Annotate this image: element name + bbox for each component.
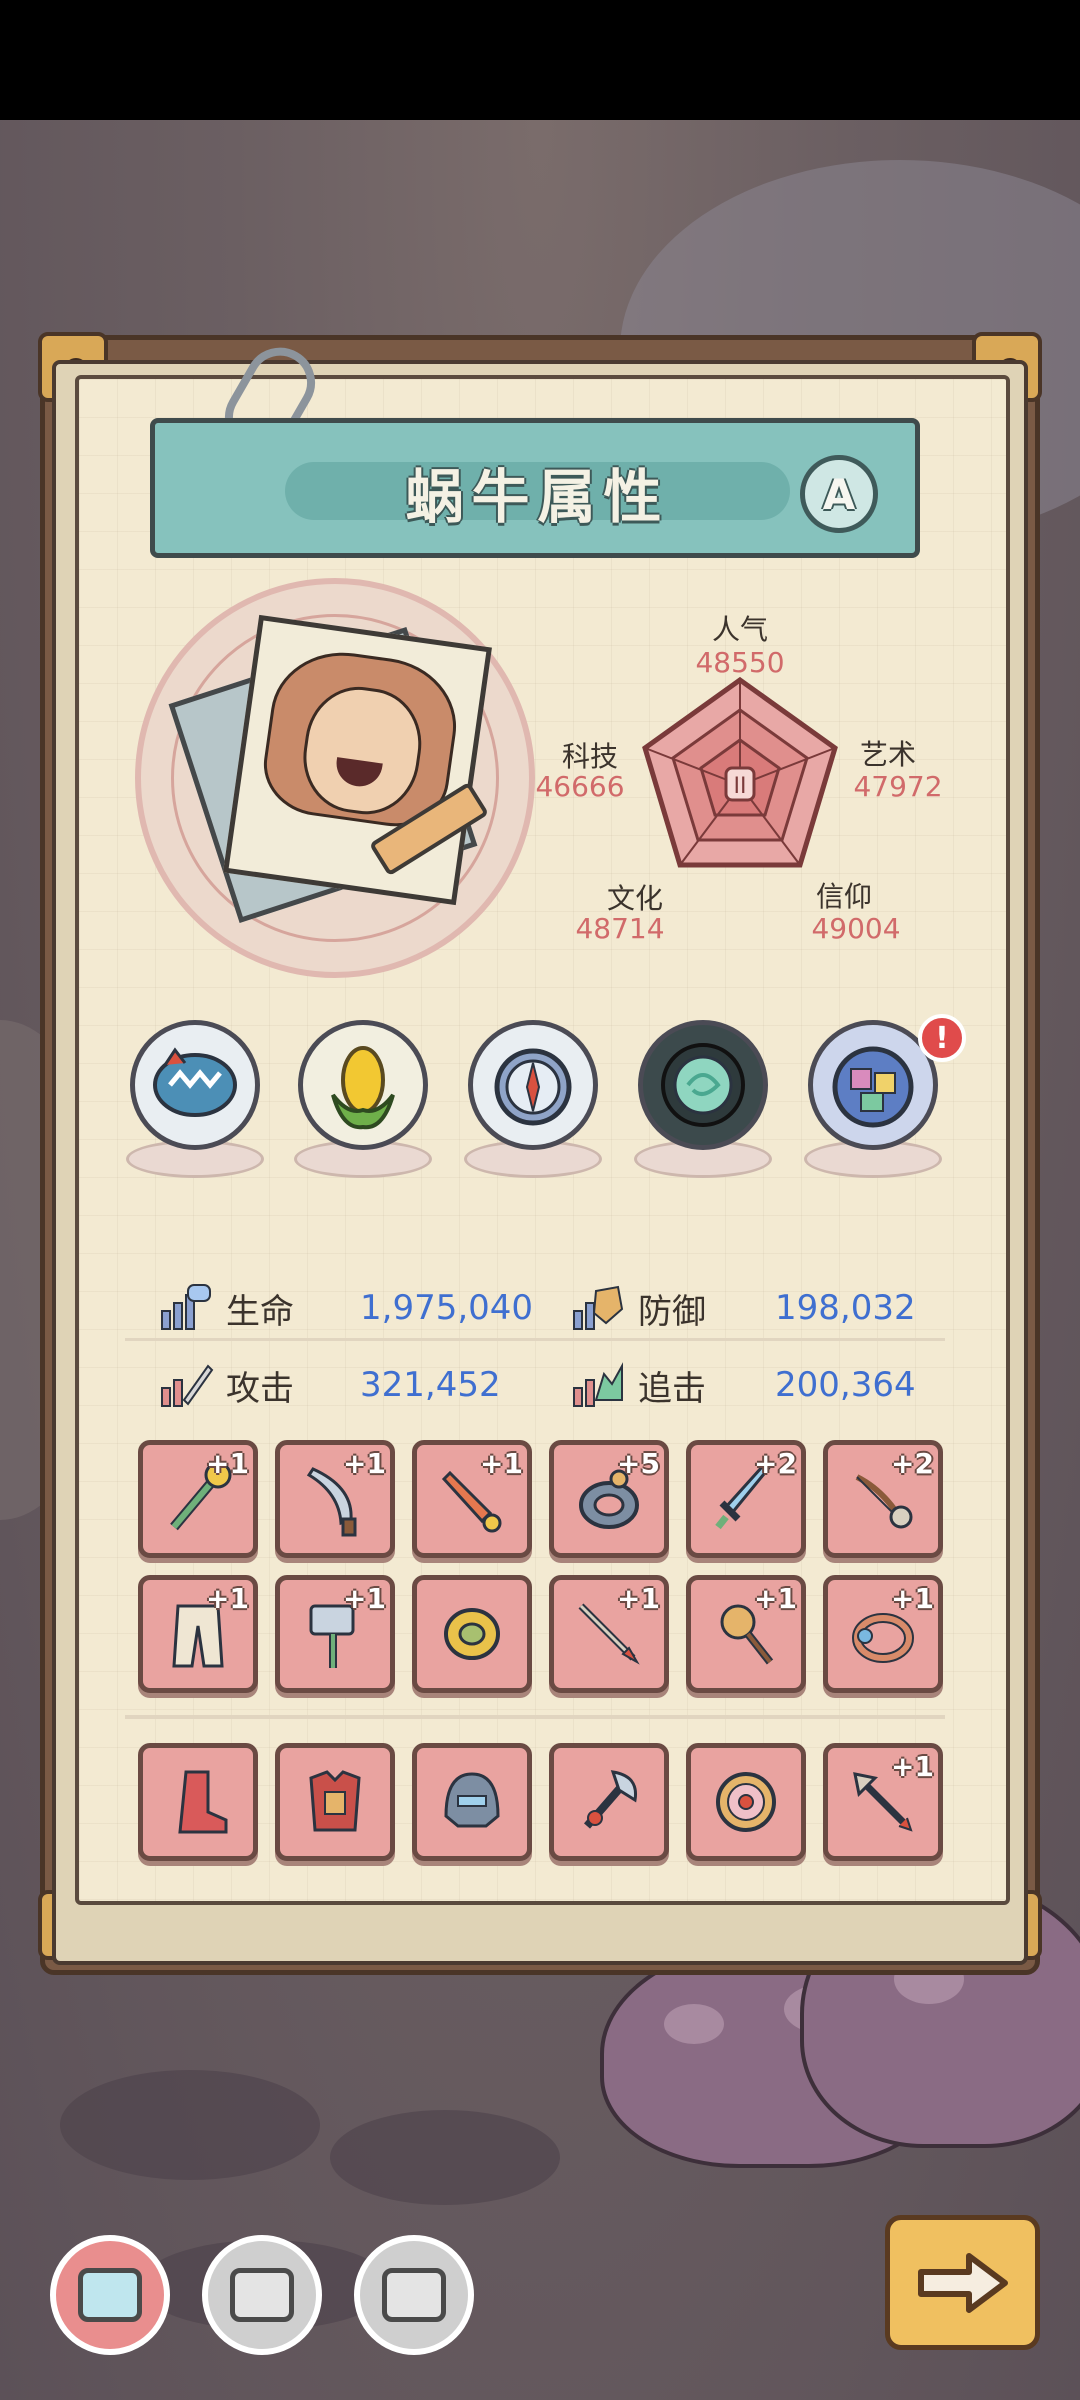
status-bar	[0, 0, 1080, 120]
nav-tab-snail[interactable]	[50, 2235, 170, 2355]
upgrade-level: +1	[206, 1582, 249, 1615]
nav-tab-third[interactable]	[354, 2235, 474, 2355]
stat-value-chase: 200,364	[775, 1365, 916, 1405]
radar-label-faith: 信仰	[815, 880, 872, 913]
upgrade-level: +5	[617, 1447, 660, 1480]
relic-slot[interactable]: !	[798, 1014, 966, 1178]
equip-slot[interactable]: +2	[823, 1440, 943, 1558]
equip-slot[interactable]	[138, 1743, 258, 1861]
equip-slot[interactable]	[549, 1743, 669, 1861]
stat-value-atk: 321,452	[360, 1365, 501, 1405]
arrow-right-icon	[917, 2252, 1008, 2313]
radar-center-label: II	[734, 774, 747, 799]
def-bars-icon	[573, 1285, 624, 1330]
radar-label-tech: 科技	[561, 740, 618, 773]
stat-atk: 攻击	[158, 1355, 336, 1415]
radar-label-art: 艺术	[859, 738, 916, 771]
relic-slot[interactable]	[120, 1020, 270, 1178]
upgrade-level: +2	[891, 1447, 934, 1480]
equip-slot[interactable]: +1	[549, 1575, 669, 1693]
portal-icon	[638, 1020, 768, 1150]
axe-icon	[583, 1770, 638, 1829]
boot-icon	[178, 1770, 228, 1834]
stat-value-hp: 1,975,040	[360, 1288, 534, 1328]
helmet-icon	[444, 1772, 500, 1828]
atk-bars-icon	[161, 1364, 214, 1407]
relic-slot[interactable]	[288, 1020, 438, 1178]
attribute-radar-chart: II	[642, 676, 838, 868]
tv-screen-icon	[78, 2268, 142, 2322]
radar-value-art: 47972	[853, 770, 943, 803]
equip-slot[interactable]: +1	[823, 1575, 943, 1693]
equipment-divider	[125, 1715, 945, 1719]
radar-value-faith: 49004	[811, 912, 901, 945]
snail-portrait[interactable]	[223, 614, 492, 906]
upgrade-level: +1	[754, 1582, 797, 1615]
stat-label: 攻击	[226, 1368, 294, 1409]
radar-label-popularity: 人气	[711, 613, 768, 646]
stat-hp: 生命	[158, 1278, 336, 1338]
upgrade-level: +1	[617, 1582, 660, 1615]
stat-def: 防御	[570, 1278, 748, 1338]
stat-value-def: 198,032	[775, 1288, 916, 1328]
equip-slot[interactable]	[686, 1743, 806, 1861]
compass-icon	[468, 1020, 598, 1150]
equip-slot[interactable]	[275, 1743, 395, 1861]
page-title: 蜗牛属性	[405, 463, 670, 531]
equip-slot[interactable]: +1	[686, 1575, 806, 1693]
hp-bars-icon	[161, 1284, 211, 1330]
radar-label-culture: 文化	[606, 882, 663, 915]
equip-slot[interactable]: +1	[138, 1575, 258, 1693]
equip-slot[interactable]: +1	[412, 1440, 532, 1558]
equip-slot[interactable]: +1	[275, 1440, 395, 1558]
tv-screen-icon	[230, 2268, 294, 2322]
nav-tab-second[interactable]	[202, 2235, 322, 2355]
stats-divider	[125, 1338, 945, 1341]
equip-slot[interactable]: +1	[823, 1743, 943, 1861]
upgrade-level: +1	[480, 1447, 523, 1480]
equip-slot[interactable]: +1	[138, 1440, 258, 1558]
next-button[interactable]	[885, 2215, 1040, 2350]
upgrade-level: +1	[343, 1582, 386, 1615]
upgrade-level: +2	[754, 1447, 797, 1480]
tv-screen-icon	[382, 2268, 446, 2322]
radar-value-popularity: 48550	[695, 646, 785, 679]
upgrade-level: +1	[343, 1447, 386, 1480]
chase-bars-icon	[573, 1362, 623, 1407]
radar-value-tech: 46666	[535, 770, 625, 803]
upgrade-level: +1	[891, 1582, 934, 1615]
radar-value-culture: 48714	[575, 912, 665, 945]
equip-slot[interactable]	[412, 1575, 532, 1693]
relic-slot[interactable]	[628, 1020, 778, 1178]
equip-slot[interactable]: +1	[275, 1575, 395, 1693]
stat-label: 追击	[638, 1368, 706, 1409]
relic-slot[interactable]	[458, 1020, 608, 1178]
grade-badge[interactable]: A	[800, 455, 878, 533]
stat-chase: 追击	[570, 1355, 748, 1415]
shark-jaw-icon	[130, 1020, 260, 1150]
upgrade-level: +1	[891, 1750, 934, 1783]
golden-armor-icon	[444, 1608, 500, 1660]
stat-label: 防御	[638, 1291, 706, 1332]
chest-armor-icon	[309, 1770, 361, 1832]
upgrade-level: +1	[206, 1447, 249, 1480]
stat-label: 生命	[226, 1291, 294, 1332]
equip-slot[interactable]	[412, 1743, 532, 1861]
equip-slot[interactable]: +5	[549, 1440, 669, 1558]
alert-badge: !	[918, 1014, 966, 1062]
corn-icon	[298, 1020, 428, 1150]
equip-slot[interactable]: +2	[686, 1440, 806, 1558]
flower-shield-icon	[716, 1772, 776, 1832]
